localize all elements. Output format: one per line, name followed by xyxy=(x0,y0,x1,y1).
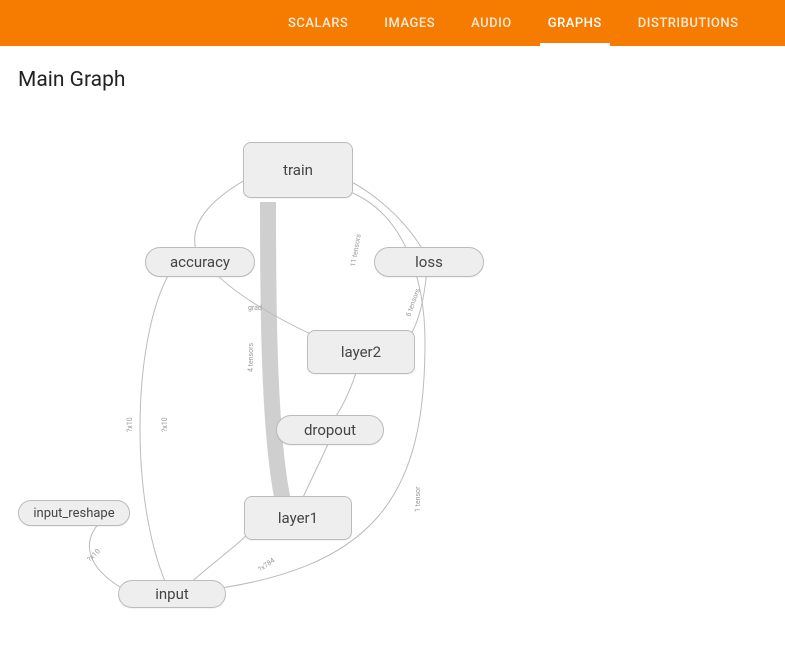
node-layer1[interactable]: layer1 xyxy=(244,496,352,540)
node-input[interactable]: input xyxy=(118,580,226,608)
svg-text:?x10: ?x10 xyxy=(161,417,169,432)
tab-images[interactable]: IMAGES xyxy=(366,0,453,46)
svg-text:4 tensors: 4 tensors xyxy=(247,342,255,372)
page-title: Main Graph xyxy=(18,68,785,92)
tab-graphs[interactable]: GRAPHS xyxy=(530,0,620,46)
svg-text:6 tensors: 6 tensors xyxy=(404,287,422,317)
node-loss[interactable]: loss xyxy=(374,247,484,277)
node-dropout[interactable]: dropout xyxy=(276,415,384,445)
tab-audio[interactable]: AUDIO xyxy=(453,0,530,46)
svg-text:?x784: ?x784 xyxy=(257,556,277,573)
node-accuracy[interactable]: accuracy xyxy=(145,247,255,277)
svg-text:11 tensors: 11 tensors xyxy=(349,233,363,267)
node-input-reshape[interactable]: input_reshape xyxy=(18,500,130,526)
tab-scalars[interactable]: SCALARS xyxy=(270,0,366,46)
svg-text:?x10: ?x10 xyxy=(126,417,134,432)
header-tabs: SCALARS IMAGES AUDIO GRAPHS DISTRIBUTION… xyxy=(0,0,785,46)
svg-text:?x10: ?x10 xyxy=(86,547,102,563)
tab-distributions[interactable]: DISTRIBUTIONS xyxy=(620,0,757,46)
node-layer2[interactable]: layer2 xyxy=(307,330,415,374)
svg-text:1 tensor: 1 tensor xyxy=(414,486,422,512)
graph-canvas[interactable]: grad 4 tensors 11 tensors 6 tensors ?x10… xyxy=(0,92,785,652)
svg-text:grad: grad xyxy=(248,304,262,312)
node-train[interactable]: train xyxy=(243,142,353,198)
